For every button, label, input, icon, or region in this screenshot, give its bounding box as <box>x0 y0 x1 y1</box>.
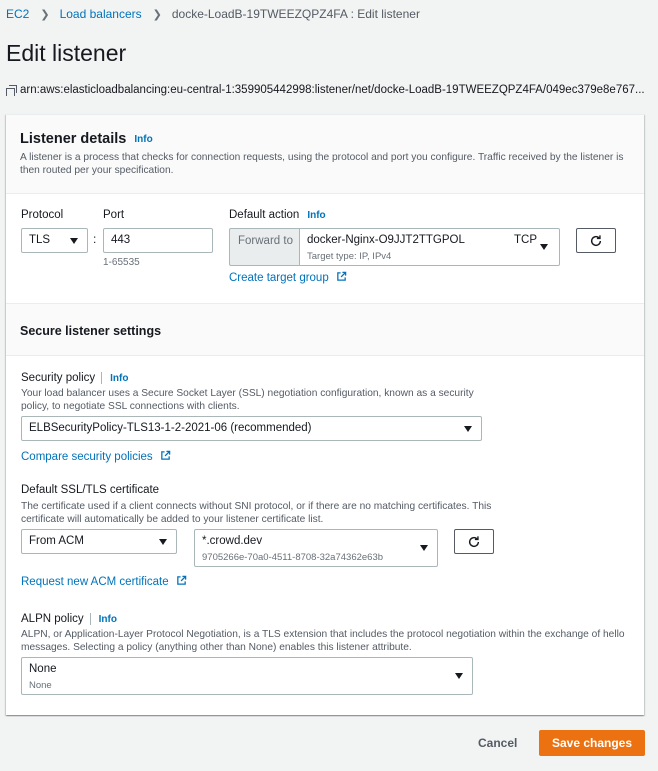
alpn-policy-sub: None <box>29 680 52 691</box>
listener-arn: arn:aws:elasticloadbalancing:eu-central-… <box>6 84 656 96</box>
security-policy-label: Security policy <box>21 372 96 384</box>
protocol-select[interactable]: TLS <box>21 228 88 253</box>
target-group-protocol: TCP <box>514 234 537 246</box>
breadcrumb-current: docke-LoadB-19TWEEZQPZ4FA : Edit listene… <box>171 7 420 21</box>
secure-listener-settings-title: Secure listener settings <box>20 324 162 338</box>
default-action-heading: Default action Info <box>229 209 326 221</box>
page-title: Edit listener <box>6 40 127 66</box>
target-group-sub: Target type: IP, IPv4 <box>307 251 392 262</box>
chevron-right-icon: ❯ <box>40 8 50 21</box>
divider <box>89 613 91 625</box>
divider <box>101 372 103 384</box>
certificate-description: The certificate used if a client connect… <box>21 501 492 525</box>
refresh-icon <box>468 535 480 547</box>
security-policy-select[interactable]: ELBSecurityPolicy-TLS13-1-2-2021-06 (rec… <box>21 416 482 441</box>
port-hint: 1-65535 <box>103 257 140 268</box>
caret-down-icon <box>70 238 78 244</box>
default-action-label: Default action <box>229 209 300 221</box>
forward-to-box: Forward to <box>229 228 299 266</box>
alpn-policy-value: None <box>29 663 57 675</box>
listener-details-description: A listener is a process that checks for … <box>20 152 624 176</box>
copy-icon[interactable] <box>6 84 17 96</box>
request-acm-certificate-link[interactable]: Request new ACM certificate <box>21 575 187 588</box>
port-label: Port <box>103 209 125 221</box>
external-link-icon <box>161 450 171 460</box>
certificate-source-select[interactable]: From ACM <box>21 529 177 554</box>
protocol-value: TLS <box>29 234 51 246</box>
security-policy-value: ELBSecurityPolicy-TLS13-1-2-2021-06 (rec… <box>29 422 312 434</box>
caret-down-icon <box>464 426 472 432</box>
breadcrumb-ec2-link[interactable]: EC2 <box>6 7 29 21</box>
chevron-right-icon: ❯ <box>152 8 162 21</box>
target-group-name: docker-Nginx-O9JJT2TTGPOL <box>307 234 465 246</box>
external-link-icon <box>337 271 347 281</box>
breadcrumb-load-balancers-link[interactable]: Load balancers <box>60 7 142 21</box>
security-policy-description: Your load balancer uses a Secure Socket … <box>21 388 474 412</box>
cancel-button[interactable]: Cancel <box>478 736 517 750</box>
protocol-label: Protocol <box>21 209 64 221</box>
certificate-label: Default SSL/TLS certificate <box>21 484 160 496</box>
certificate-name: *.crowd.dev <box>202 535 263 547</box>
alpn-policy-select[interactable]: None None <box>21 657 473 695</box>
compare-security-policies-link[interactable]: Compare security policies <box>21 450 171 463</box>
refresh-icon <box>590 234 602 246</box>
caret-down-icon <box>455 673 463 679</box>
default-action-info-link[interactable]: Info <box>307 210 325 221</box>
caret-down-icon <box>420 545 428 551</box>
security-policy-heading: Security policy Info <box>21 372 128 384</box>
listener-details-title: Listener details <box>20 131 127 147</box>
compare-security-policies-text: Compare security policies <box>21 451 153 463</box>
save-changes-button[interactable]: Save changes <box>539 730 645 756</box>
alpn-policy-info-link[interactable]: Info <box>99 614 117 625</box>
target-group-select[interactable]: docker-Nginx-O9JJT2TTGPOL TCP Target typ… <box>299 228 560 266</box>
listener-details-header: Listener details Info A listener is a pr… <box>6 115 644 194</box>
listener-details-info-link[interactable]: Info <box>134 134 152 145</box>
forward-to-label: Forward to <box>238 235 293 247</box>
security-policy-info-link[interactable]: Info <box>110 373 128 384</box>
arn-text: arn:aws:elasticloadbalancing:eu-central-… <box>20 84 645 96</box>
create-target-group-text: Create target group <box>229 272 329 284</box>
external-link-icon <box>177 575 187 585</box>
caret-down-icon <box>540 244 548 250</box>
alpn-policy-heading: ALPN policy Info <box>21 613 117 625</box>
secure-listener-settings-header: Secure listener settings <box>6 303 644 356</box>
port-input[interactable]: 443 <box>103 228 213 253</box>
certificate-source-value: From ACM <box>29 535 84 547</box>
refresh-certificates-button[interactable] <box>454 529 494 554</box>
create-target-group-link[interactable]: Create target group <box>229 271 347 284</box>
request-acm-certificate-text: Request new ACM certificate <box>21 576 169 588</box>
certificate-select[interactable]: *.crowd.dev 9705266e-70a0-4511-8708-32a7… <box>194 529 438 567</box>
breadcrumb: EC2 ❯ Load balancers ❯ docke-LoadB-19TWE… <box>6 7 420 21</box>
edit-listener-container: Listener details Info A listener is a pr… <box>6 114 644 715</box>
port-value: 443 <box>111 234 131 246</box>
refresh-target-groups-button[interactable] <box>576 228 616 253</box>
alpn-policy-description: ALPN, or Application-Layer Protocol Nego… <box>21 629 625 653</box>
certificate-id: 9705266e-70a0-4511-8708-32a74362e63b <box>202 552 384 563</box>
protocol-port-separator: : <box>93 232 97 246</box>
caret-down-icon <box>159 539 167 545</box>
alpn-policy-label: ALPN policy <box>21 613 84 625</box>
